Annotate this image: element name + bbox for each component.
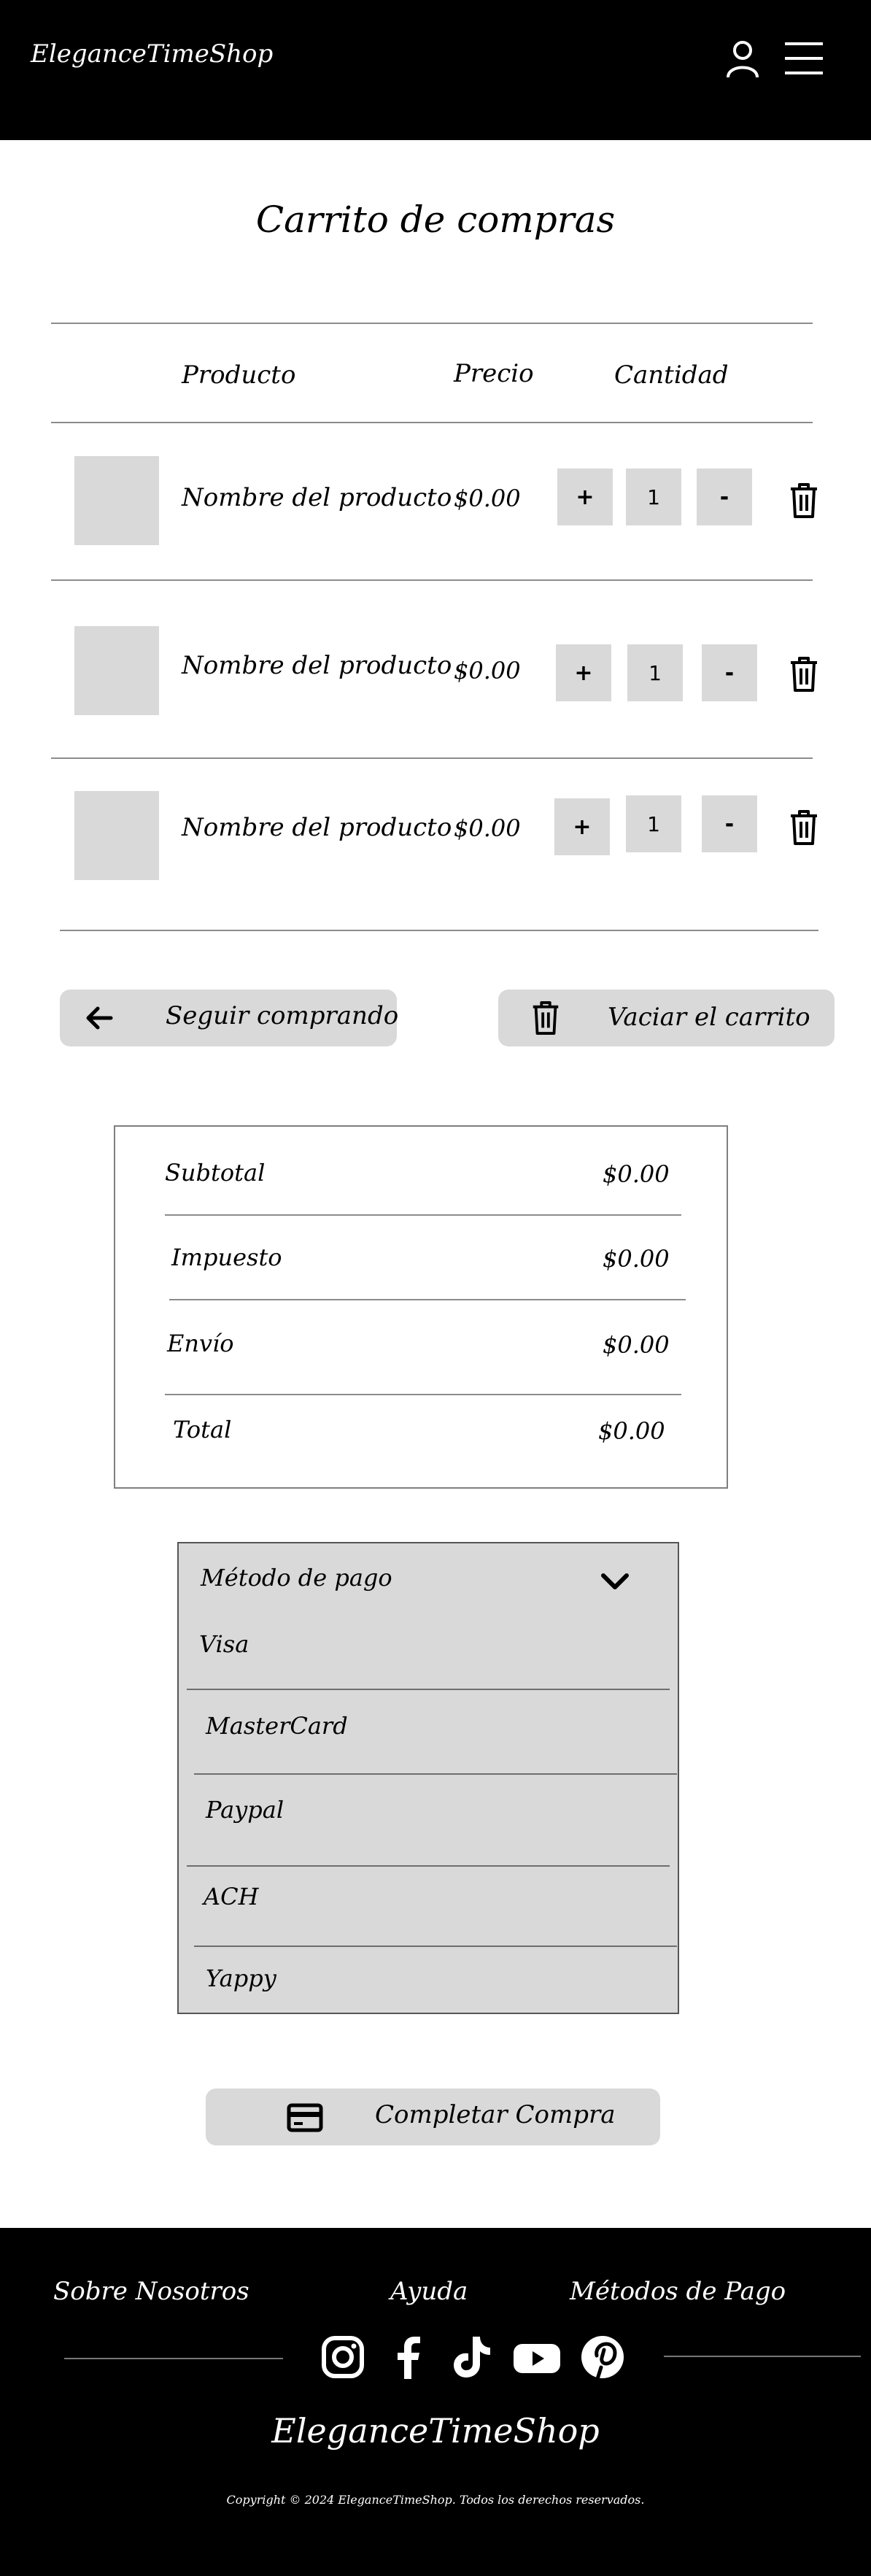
instagram-icon[interactable] [320, 2334, 366, 2380]
trash-icon[interactable] [786, 655, 821, 693]
column-header-price: Precio [454, 359, 534, 388]
footer-link-about[interactable]: Sobre Nosotros [53, 2277, 249, 2306]
trash-icon[interactable] [786, 482, 821, 520]
summary-value-subtotal: $0.00 [603, 1160, 670, 1188]
product-thumbnail [74, 456, 159, 545]
product-thumbnail [74, 791, 159, 880]
complete-purchase-label: Completar Compra [375, 2100, 616, 2129]
divider [51, 579, 813, 581]
divider [169, 1299, 686, 1300]
payment-method-label: Método de pago [201, 1564, 392, 1592]
divider [51, 422, 813, 423]
divider [64, 2358, 283, 2359]
complete-purchase-button[interactable]: Completar Compra [206, 2089, 660, 2145]
payment-option-visa[interactable]: Visa [199, 1630, 249, 1658]
tiktok-icon[interactable] [448, 2334, 495, 2380]
quantity-value: 1 [626, 795, 681, 852]
chevron-down-icon [601, 1573, 629, 1589]
summary-value-tax: $0.00 [603, 1245, 670, 1273]
trash-icon[interactable] [786, 809, 821, 847]
column-header-product: Producto [182, 360, 296, 390]
footer-brand: EleganceTimeShop [271, 2411, 600, 2450]
column-header-quantity: Cantidad [614, 360, 729, 390]
quantity-increase-button[interactable]: + [557, 468, 613, 525]
continue-shopping-label: Seguir comprando [166, 1001, 399, 1030]
product-name[interactable]: Nombre del producto [182, 651, 452, 680]
quantity-decrease-button[interactable]: - [702, 795, 757, 852]
summary-label-total: Total [173, 1416, 232, 1443]
quantity-decrease-button[interactable]: - [702, 644, 757, 701]
footer-link-payment-methods[interactable]: Métodos de Pago [570, 2277, 786, 2306]
summary-value-total: $0.00 [598, 1417, 665, 1445]
product-price: $0.00 [454, 657, 521, 685]
divider [187, 1689, 670, 1690]
divider [165, 1394, 681, 1395]
divider [194, 1946, 677, 1947]
divider [187, 1865, 670, 1867]
credit-card-icon [287, 2103, 323, 2132]
youtube-icon[interactable] [512, 2334, 562, 2380]
payment-option-ach[interactable]: ACH [204, 1883, 259, 1910]
divider [51, 757, 813, 759]
quantity-decrease-button[interactable]: - [697, 468, 752, 525]
continue-shopping-button[interactable]: Seguir comprando [60, 990, 399, 1046]
facebook-icon[interactable] [385, 2334, 432, 2380]
product-thumbnail [74, 626, 159, 715]
summary-value-shipping: $0.00 [603, 1331, 670, 1359]
divider [51, 323, 813, 324]
product-price: $0.00 [454, 814, 521, 842]
pinterest-icon[interactable] [579, 2334, 626, 2380]
product-name[interactable]: Nombre del producto [182, 483, 452, 512]
summary-label-shipping: Envío [167, 1330, 234, 1357]
trash-icon [533, 1000, 559, 1035]
arrow-left-icon [86, 1006, 113, 1030]
user-icon[interactable] [722, 38, 763, 79]
quantity-value: 1 [626, 468, 681, 525]
product-price: $0.00 [454, 485, 521, 512]
quantity-increase-button[interactable]: + [556, 644, 611, 701]
brand-logo[interactable]: EleganceTimeShop [31, 39, 273, 69]
product-name[interactable]: Nombre del producto [182, 813, 452, 842]
payment-option-paypal[interactable]: Paypal [206, 1796, 284, 1824]
divider [165, 1214, 681, 1216]
divider [194, 1773, 677, 1775]
payment-method-select[interactable]: Método de pago [177, 1542, 679, 1615]
summary-label-tax: Impuesto [171, 1243, 282, 1271]
footer-link-help[interactable]: Ayuda [390, 2277, 468, 2306]
quantity-increase-button[interactable]: + [554, 798, 610, 855]
payment-option-yappy[interactable]: Yappy [206, 1964, 276, 1992]
page-title: Carrito de compras [255, 198, 616, 241]
clear-cart-label: Vaciar el carrito [608, 1003, 810, 1032]
clear-cart-button[interactable]: Vaciar el carrito [498, 990, 835, 1046]
copyright-text: Copyright © 2024 EleganceTimeShop. Todos… [226, 2493, 645, 2507]
divider [664, 2356, 861, 2357]
summary-label-subtotal: Subtotal [165, 1159, 266, 1187]
payment-option-mastercard[interactable]: MasterCard [206, 1712, 348, 1740]
menu-icon[interactable] [782, 38, 826, 79]
divider [60, 930, 818, 931]
quantity-value: 1 [627, 644, 683, 701]
